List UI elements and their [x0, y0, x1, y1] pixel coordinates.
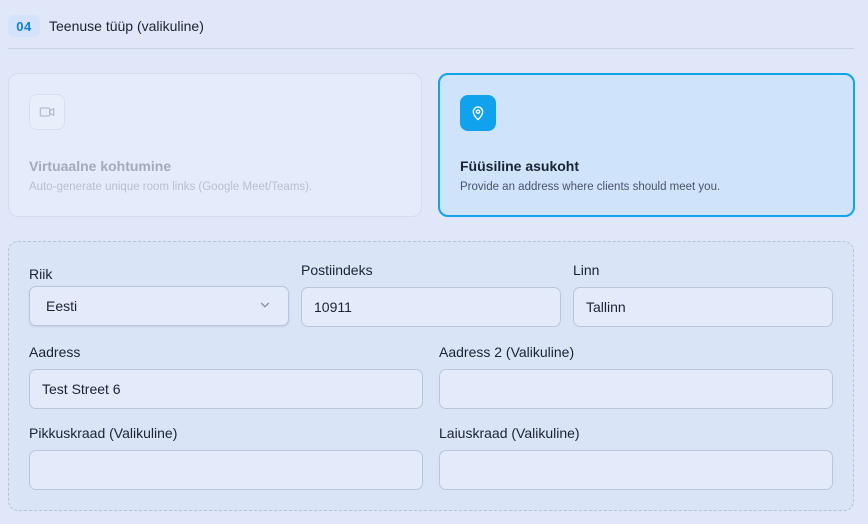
section-title: Teenuse tüüp (valikuline) [49, 18, 204, 34]
section-divider [8, 48, 854, 49]
address-input[interactable] [29, 369, 423, 409]
postal-code-label: Postiindeks [301, 262, 373, 278]
country-select[interactable]: Eesti [29, 286, 289, 326]
video-camera-icon [29, 94, 65, 130]
option-card-virtual[interactable]: Virtuaalne kohtumine Auto-generate uniqu… [8, 73, 422, 217]
service-type-step: 04 Teenuse tüüp (valikuline) Virtuaalne … [0, 0, 868, 524]
city-input[interactable] [573, 287, 833, 327]
option-title: Füüsiline asukoht [460, 158, 580, 174]
map-pin-icon [460, 95, 496, 131]
postal-code-input[interactable] [301, 287, 561, 327]
option-description: Auto-generate unique room links (Google … [29, 181, 313, 193]
option-card-physical[interactable]: Füüsiline asukoht Provide an address whe… [438, 73, 855, 217]
step-number-badge: 04 [8, 15, 40, 37]
address-label: Aadress [29, 344, 81, 360]
address2-label: Aadress 2 (Valikuline) [439, 344, 575, 360]
latitude-input[interactable] [29, 450, 423, 490]
option-title: Virtuaalne kohtumine [29, 158, 172, 174]
city-label: Linn [573, 262, 600, 278]
longitude-input[interactable] [439, 450, 833, 490]
country-label: Riik [29, 266, 53, 282]
latitude-label: Pikkuskraad (Valikuline) [29, 425, 178, 441]
section-header: 04 Teenuse tüüp (valikuline) [8, 14, 854, 38]
option-description: Provide an address where clients should … [460, 181, 721, 193]
address2-input[interactable] [439, 369, 833, 409]
chevron-down-icon [258, 298, 272, 315]
country-select-value: Eesti [46, 298, 78, 314]
longitude-label: Laiuskraad (Valikuline) [439, 425, 580, 441]
